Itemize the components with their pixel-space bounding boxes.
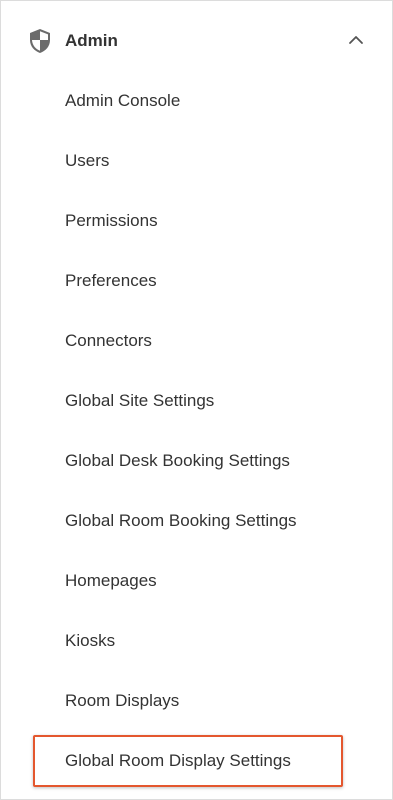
nav-item-kiosks[interactable]: Kiosks (1, 611, 392, 671)
nav-item-label: Global Room Booking Settings (65, 511, 297, 530)
nav-item-label: Preferences (65, 271, 157, 290)
nav-item-global-site-settings[interactable]: Global Site Settings (1, 371, 392, 431)
nav-item-label: Kiosks (65, 631, 116, 650)
nav-item-label: Connectors (65, 331, 152, 350)
nav-item-connectors[interactable]: Connectors (1, 311, 392, 371)
nav-item-label: Room Displays (65, 691, 180, 710)
nav-item-label: Global Desk Booking Settings (65, 451, 290, 470)
nav-item-admin-console[interactable]: Admin Console (1, 71, 392, 131)
nav-item-preferences[interactable]: Preferences (1, 251, 392, 311)
nav-item-global-desk-booking-settings[interactable]: Global Desk Booking Settings (1, 431, 392, 491)
nav-item-global-room-booking-settings[interactable]: Global Room Booking Settings (1, 491, 392, 551)
shield-icon (30, 29, 50, 53)
nav-item-label: Permissions (65, 211, 158, 230)
nav-item-label: Homepages (65, 571, 157, 590)
admin-nav-panel: Admin Admin Console Users Permissions Pr… (0, 0, 393, 800)
nav-item-label: Global Room Display Settings (65, 751, 291, 770)
chevron-up-icon[interactable] (348, 34, 364, 46)
admin-section-header[interactable]: Admin (1, 1, 392, 79)
nav-item-permissions[interactable]: Permissions (1, 191, 392, 251)
nav-item-label: Admin Console (65, 91, 181, 110)
nav-item-users[interactable]: Users (1, 131, 392, 191)
nav-item-room-displays[interactable]: Room Displays (1, 671, 392, 731)
nav-item-global-room-display-settings[interactable]: Global Room Display Settings (1, 731, 392, 791)
section-title: Admin (65, 31, 118, 50)
nav-item-label: Users (65, 151, 110, 170)
nav-item-homepages[interactable]: Homepages (1, 551, 392, 611)
nav-item-label: Global Site Settings (65, 391, 215, 410)
